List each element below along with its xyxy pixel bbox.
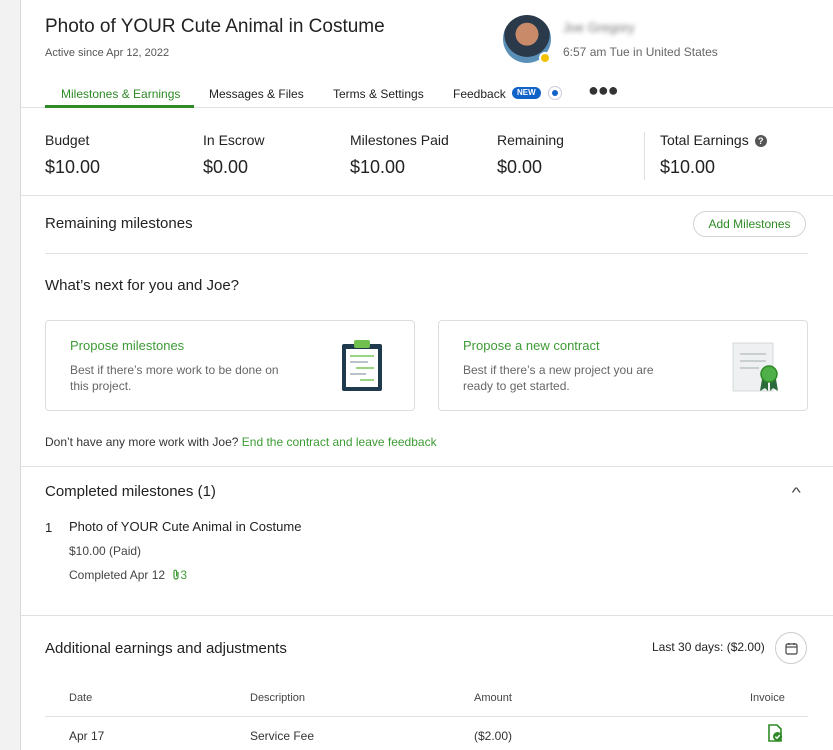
milestone-number: 1 [45,520,53,535]
more-dots-icon[interactable]: ●●● [588,80,619,101]
attachments-link[interactable]: 3 [172,568,187,582]
row-date: Apr 17 [69,729,105,743]
end-contract-link[interactable]: End the contract and leave feedback [242,435,437,449]
card-title[interactable]: Propose milestones [70,338,184,353]
stat-milestones-paid: Milestones Paid $10.00 [350,132,449,178]
stat-label: Milestones Paid [350,132,449,148]
stat-value: $0.00 [203,157,249,177]
help-circle-icon[interactable]: ? [754,135,767,147]
attachments-count: 3 [180,568,188,582]
whats-next-heading: What’s next for you and Joe? [45,277,240,294]
tab-bar: Milestones & Earnings Messages & Files T… [21,78,833,108]
invoice-check-icon[interactable] [766,724,784,742]
stat-value: $10.00 [45,157,101,177]
row-description: Service Fee [250,729,315,743]
remaining-milestones-heading: Remaining milestones [45,215,193,232]
stat-label: Budget [45,132,90,148]
notification-dot-icon [548,86,562,100]
stat-value: $10.00 [660,157,716,177]
table-divider [45,716,808,717]
milestone-price: $10.00 (Paid) [69,544,142,558]
column-header-date: Date [69,692,93,704]
column-header-invoice: Invoice [750,692,785,704]
column-header-amount: Amount [474,692,512,704]
date-range-label: Last 30 days: ($2.00) [652,640,765,654]
column-header-description: Description [250,692,306,704]
milestone-completed: Completed Apr 12 3 [69,568,187,582]
stat-label-wrap: Total Earnings? [660,132,767,148]
financial-summary: Budget $10.00 In Escrow $0.00 Milestones… [21,108,833,196]
stat-label: Total Earnings [660,132,749,148]
certificate-illustration-icon [732,342,778,392]
tab-feedback[interactable]: Feedback [453,87,506,101]
end-contract-line: Don’t have any more work with Joe? End t… [45,435,437,449]
divider [45,253,808,254]
tab-terms-settings[interactable]: Terms & Settings [333,87,424,101]
calendar-icon [785,643,798,655]
stat-label: In Escrow [203,132,265,148]
milestone-title: Photo of YOUR Cute Animal in Costume [69,519,302,534]
stat-value: $10.00 [350,157,406,177]
stat-total-earnings: Total Earnings? $10.00 [660,132,767,178]
card-description: Best if there’s more work to be done on … [70,363,279,393]
add-milestones-button[interactable]: Add Milestones [693,211,806,237]
contract-title: Photo of YOUR Cute Animal in Costume [45,16,385,37]
completed-milestones-heading: Completed milestones (1) [45,483,216,500]
clipboard-illustration-icon [342,340,382,391]
tab-messages-files[interactable]: Messages & Files [209,87,304,101]
calendar-button[interactable] [775,632,807,664]
card-title[interactable]: Propose a new contract [463,338,600,353]
chevron-up-icon[interactable]: ^ [792,484,801,500]
additional-earnings-heading: Additional earnings and adjustments [45,640,287,657]
stat-budget: Budget $10.00 [45,132,100,178]
client-name[interactable]: Joe Gregory [563,20,635,35]
propose-milestones-card[interactable]: Propose milestones Best if there’s more … [45,320,415,411]
propose-new-contract-card[interactable]: Propose a new contract Best if there’s a… [438,320,808,411]
stat-divider [644,132,645,180]
presence-dot [539,52,551,64]
stat-label: Remaining [497,132,564,148]
client-local-time: 6:57 am Tue in United States [563,45,718,59]
milestone-completed-date: Completed Apr 12 [69,568,166,582]
divider [21,615,833,616]
contract-page: Photo of YOUR Cute Animal in Costume Act… [20,0,833,750]
active-since: Active since Apr 12, 2022 [45,47,170,59]
row-amount: ($2.00) [474,729,513,743]
stat-remaining: Remaining $0.00 [497,132,564,178]
end-contract-prompt: Don’t have any more work with Joe? [45,435,239,449]
stat-value: $0.00 [497,157,543,177]
stat-in-escrow: In Escrow $0.00 [203,132,264,178]
divider [21,466,833,467]
card-description: Best if there’s a new project you are re… [463,363,654,393]
tab-milestones-earnings[interactable]: Milestones & Earnings [61,87,180,101]
new-badge: NEW [512,87,541,99]
